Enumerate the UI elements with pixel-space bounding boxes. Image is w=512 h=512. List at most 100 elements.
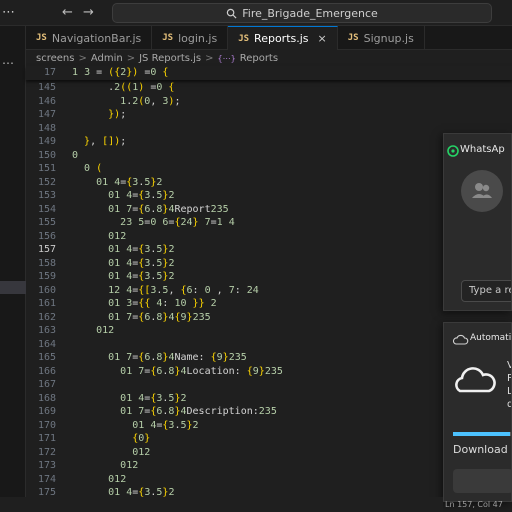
line-number: 149 — [37, 136, 56, 147]
code-text: 01 4={3.5}2 — [108, 190, 175, 201]
line-number: 145 — [37, 82, 56, 93]
code-line[interactable]: 160 12 4={[3.5, {6: 0 , 7: 24 — [26, 284, 512, 298]
code-line[interactable]: 154 01 7={6.8}4Report235 — [26, 203, 512, 217]
code-editor[interactable]: 145 .2((1) =0 {146 1.2(0, 3); 147 }); 148 1… — [26, 66, 512, 512]
line-number: 159 — [37, 271, 56, 282]
sidebar-selected-item[interactable] — [0, 281, 26, 294]
tab-label: NavigationBar.js — [51, 31, 142, 45]
chevron-right-icon: > — [205, 52, 214, 64]
chevron-right-icon: > — [126, 52, 136, 64]
autoupdate-line: P — [507, 372, 511, 385]
more-icon[interactable]: ⋯ — [2, 5, 15, 20]
code-line[interactable]: 150 0 — [26, 149, 512, 163]
code-line[interactable]: 168 01 4={3.5}2 — [26, 392, 512, 406]
search-icon — [227, 8, 237, 19]
breadcrumb-file[interactable]: JS Reports.js — [139, 53, 201, 64]
code-text: 01 7={6.8}4{9}235 — [108, 311, 211, 323]
line-number: 17 — [43, 67, 56, 78]
chevron-right-icon: > — [78, 52, 87, 64]
code-text: 01 7={6.8}4Report235 — [108, 203, 229, 215]
code-line[interactable]: 167 — [26, 378, 512, 392]
code-text: 1.2(0, 3); — [120, 95, 181, 107]
code-line[interactable]: 149 }, []); — [26, 135, 512, 149]
tab-reports[interactable]: JS Reports.js × — [228, 26, 338, 50]
close-icon[interactable]: × — [318, 32, 327, 45]
download-label: Download co — [453, 443, 511, 456]
code-line[interactable]: 170 01 4={3.5}2 — [26, 419, 512, 433]
forward-arrow-icon[interactable]: → — [83, 5, 94, 20]
code-text: 0 — [72, 149, 79, 161]
code-line[interactable]: 159 01 4={3.5}2 — [26, 270, 512, 284]
tab-login[interactable]: JS login.js — [152, 26, 229, 50]
code-text: 1 3 = ({2}) =0 { — [72, 67, 169, 78]
tab-label: Signup.js — [363, 31, 414, 45]
tab-label: Reports.js — [254, 32, 309, 45]
code-line[interactable]: 151 0 ( — [26, 162, 512, 176]
code-line[interactable]: 148 — [26, 122, 512, 136]
reply-input[interactable]: Type a rep — [461, 280, 511, 302]
code-line[interactable]: 147 }); — [26, 108, 512, 122]
autoupdate-action-button[interactable] — [453, 469, 511, 493]
download-progress-fill — [453, 432, 510, 436]
code-line[interactable]: 171 {0} — [26, 432, 512, 446]
code-line[interactable]: 169 01 7={6.8}4Description:235 — [26, 405, 512, 419]
tab-signup[interactable]: JS Signup.js — [338, 26, 425, 50]
code-line[interactable]: 157 01 4={3.5}2 — [26, 243, 512, 257]
code-line[interactable]: 174 012 — [26, 473, 512, 487]
whatsapp-notification[interactable]: WhatsAp Type a rep — [443, 133, 512, 311]
code-line[interactable]: 152 01 4={3.5}2 — [26, 176, 512, 190]
code-line[interactable]: 158 01 4={3.5}2 — [26, 257, 512, 271]
code-line[interactable]: 173 012 — [26, 459, 512, 473]
command-center-search[interactable]: Fire_Brigade_Emergence — [112, 3, 492, 23]
breadcrumb-symbol[interactable]: Reports — [240, 53, 278, 64]
code-line[interactable]: 172 012 — [26, 446, 512, 460]
js-file-icon: JS — [347, 33, 359, 43]
code-text: 23 5=0 6={24} 7=1 4 — [120, 217, 235, 228]
code-line[interactable]: 146 1.2(0, 3); — [26, 95, 512, 109]
code-line[interactable]: 155 23 5=0 6={24} 7=1 4 — [26, 216, 512, 230]
code-line[interactable]: 145 .2((1) =0 { — [26, 81, 512, 95]
breadcrumb-admin[interactable]: Admin — [91, 53, 123, 64]
code-text: 01 4={3.5}2 — [120, 392, 187, 404]
code-text: 012 — [108, 230, 127, 242]
code-line[interactable]: 166 01 7={6.8}4Location: {9}235 — [26, 365, 512, 379]
line-number: 164 — [37, 338, 56, 350]
line-number: 162 — [37, 311, 56, 323]
line-number: 146 — [37, 95, 56, 107]
code-text: 012 — [108, 473, 127, 485]
autoupdate-title: Automatic — [470, 333, 512, 343]
code-text: 01 4={3.5}2 — [108, 244, 175, 255]
code-line[interactable]: 17 1 3 = ({2}) =0 { — [26, 66, 512, 80]
line-number: 166 — [37, 365, 56, 377]
download-progress-bar — [453, 432, 511, 436]
code-line[interactable]: 153 01 4={3.5}2 — [26, 189, 512, 203]
line-number: 155 — [37, 217, 56, 228]
sidebar: ⋯ — [0, 26, 26, 512]
code-text: {0} — [132, 433, 151, 444]
tab-navigationbar[interactable]: JS NavigationBar.js — [26, 26, 153, 50]
code-text: 01 4={3.5}2 — [132, 419, 199, 431]
code-line[interactable]: 164 — [26, 338, 512, 352]
line-number: 158 — [37, 257, 56, 269]
code-text: 01 3={{ 4: 10 }} 2 — [108, 298, 217, 309]
code-line[interactable]: 161 01 3={{ 4: 10 }} 2 — [26, 297, 512, 311]
code-text: 01 7={6.8}4Name: {9}235 — [108, 352, 247, 363]
code-line[interactable]: 165 01 7={6.8}4Name: {9}235 — [26, 351, 512, 365]
code-line[interactable]: 163 012 — [26, 324, 512, 338]
js-file-icon: JS — [238, 33, 250, 44]
cursor-position[interactable]: Ln 157, Col 47 — [445, 500, 503, 509]
autoupdate-notification[interactable]: Automatic V P L d Download co — [443, 322, 512, 502]
line-number: 160 — [37, 284, 56, 296]
code-text: 01 7={6.8}4Description:235 — [120, 406, 277, 417]
js-file-icon: JS — [162, 33, 174, 43]
code-text: 012 — [96, 325, 115, 336]
back-arrow-icon[interactable]: ← — [62, 5, 73, 20]
breadcrumb-screens[interactable]: screens — [36, 53, 74, 64]
line-number: 170 — [37, 419, 56, 431]
code-line[interactable]: 162 01 7={6.8}4{9}235 — [26, 311, 512, 325]
sidebar-more-icon[interactable]: ⋯ — [2, 56, 14, 70]
editor-tabs: JS NavigationBar.js JS login.js JS Reports.… — [26, 26, 512, 50]
line-number: 150 — [37, 149, 56, 161]
code-text: 012 — [120, 460, 139, 471]
code-line[interactable]: 156 012 — [26, 230, 512, 244]
